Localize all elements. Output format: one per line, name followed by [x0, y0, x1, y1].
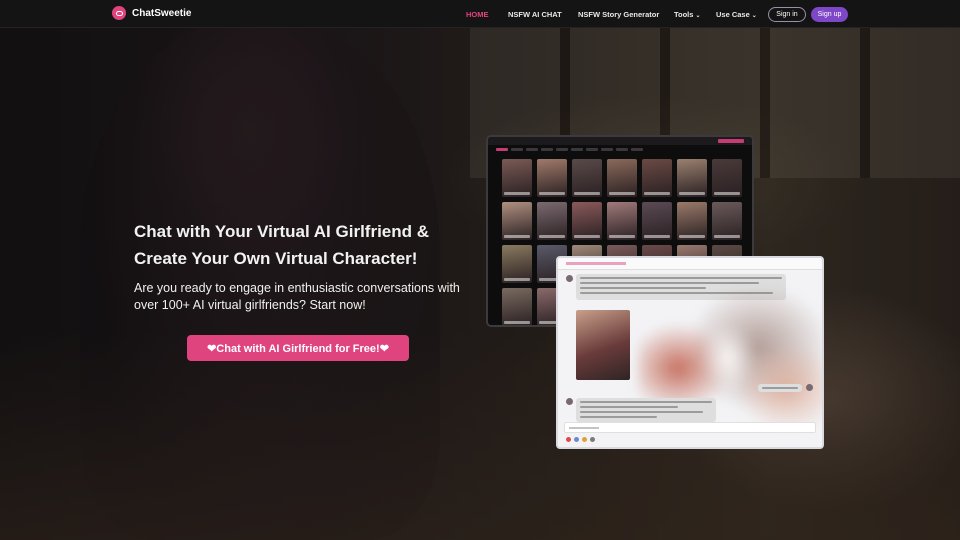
chat-toolbar-icons	[566, 437, 595, 442]
nav-use-case-label: Use Case	[716, 10, 750, 19]
character-card-thumbnail	[607, 159, 637, 197]
avatar	[566, 398, 573, 405]
top-navbar: ChatSweetie HOME NSFW AI CHAT NSFW Story…	[0, 0, 960, 28]
toolbar-dot-icon	[574, 437, 579, 442]
character-card-thumbnail	[677, 159, 707, 197]
character-card-thumbnail	[502, 288, 532, 325]
character-card-thumbnail	[607, 202, 637, 240]
character-card-thumbnail	[642, 159, 672, 197]
chat-bubble-logo-icon	[112, 6, 126, 20]
avatar	[806, 384, 813, 391]
chevron-down-icon: ⌄	[751, 13, 757, 19]
preview-tabs	[488, 145, 752, 154]
character-card-thumbnail	[502, 159, 532, 197]
nav-nsfw-story-generator[interactable]: NSFW Story Generator	[578, 10, 659, 19]
character-card-thumbnail	[537, 202, 567, 240]
hero-subtitle: Are you ready to engage in enthusiastic …	[134, 281, 460, 312]
character-card-thumbnail	[712, 159, 742, 197]
hero-title: Chat with Your Virtual AI Girlfriend & C…	[134, 218, 454, 272]
chat-message-bubble	[758, 384, 802, 392]
chevron-down-icon: ⌄	[695, 13, 701, 19]
sign-in-button[interactable]: Sign in	[768, 7, 806, 22]
brand-link[interactable]: ChatSweetie	[112, 6, 191, 20]
brand-name: ChatSweetie	[132, 7, 192, 19]
chat-with-ai-girlfriend-button[interactable]: ❤Chat with AI Girlfriend for Free!❤	[187, 335, 409, 361]
nav-tools-label: Tools	[674, 10, 694, 19]
chat-preview-header	[558, 258, 822, 270]
hero-title-line1: Chat with Your Virtual AI Girlfriend &	[134, 222, 430, 241]
character-card-thumbnail	[712, 202, 742, 240]
nav-use-case[interactable]: Use Case ⌄	[716, 10, 757, 19]
character-card-thumbnail	[572, 202, 602, 240]
toolbar-dot-icon	[582, 437, 587, 442]
character-card-thumbnail	[642, 202, 672, 240]
chat-preview-screenshot	[556, 256, 824, 449]
toolbar-dot-icon	[566, 437, 571, 442]
toolbar-dot-icon	[590, 437, 595, 442]
avatar	[566, 275, 573, 282]
character-card-thumbnail	[502, 245, 532, 283]
character-card-thumbnail	[537, 159, 567, 197]
nav-nsfw-ai-chat[interactable]: NSFW AI CHAT	[508, 10, 562, 19]
nav-home[interactable]: HOME	[466, 10, 489, 19]
preview-topbar	[488, 137, 752, 145]
character-card-thumbnail	[502, 202, 532, 240]
hero-title-line2: Create Your Own Virtual Character!	[134, 249, 418, 268]
character-card-thumbnail	[572, 159, 602, 197]
nav-tools[interactable]: Tools ⌄	[674, 10, 700, 19]
chat-message-bubble	[576, 398, 716, 422]
character-card-thumbnail	[677, 202, 707, 240]
chat-image-attachment	[576, 310, 630, 380]
sign-up-button[interactable]: Sign up	[811, 7, 848, 22]
chat-input-preview	[564, 422, 816, 433]
